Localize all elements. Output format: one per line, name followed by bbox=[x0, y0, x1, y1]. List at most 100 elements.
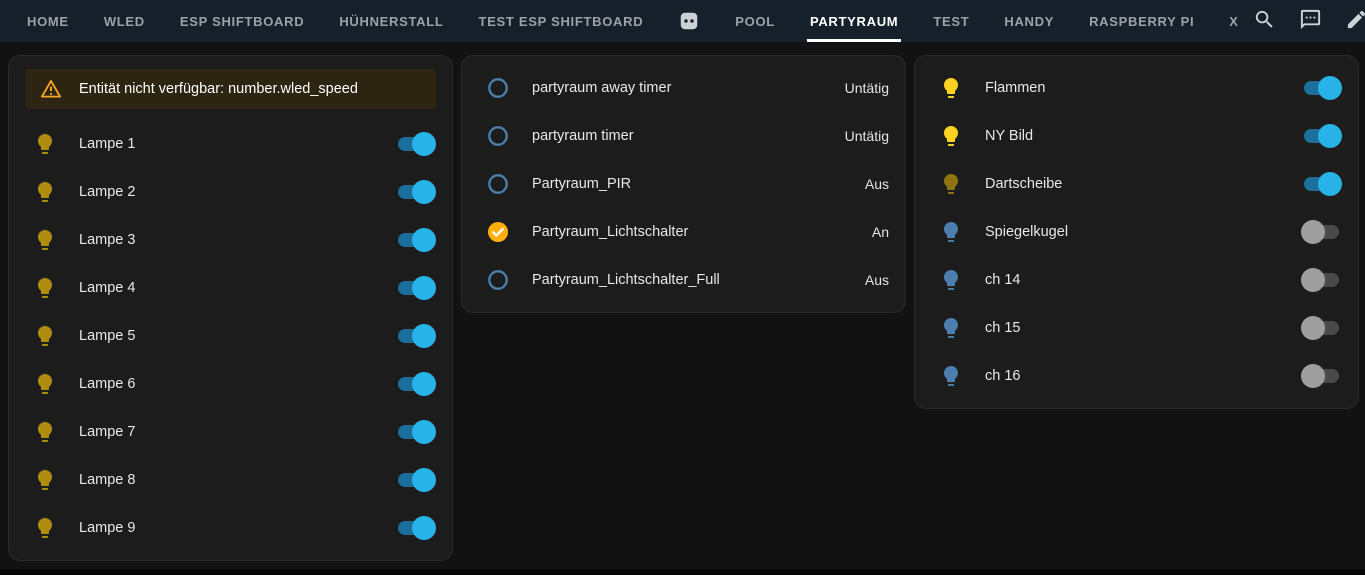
toggle-knob[interactable] bbox=[412, 228, 436, 252]
entity-toggle[interactable] bbox=[398, 372, 436, 396]
toggle-knob[interactable] bbox=[1301, 220, 1325, 244]
toggle-knob[interactable] bbox=[1301, 268, 1325, 292]
card-timers-switches: partyraum away timer Untätig partyraum tim… bbox=[461, 55, 906, 313]
card-party-lights: Flammen NY Bild Dartscheibe Spiegelkugel ch … bbox=[914, 55, 1359, 409]
entity-name: Dartscheibe bbox=[985, 176, 1063, 192]
entity-row[interactable]: ch 14 bbox=[915, 256, 1358, 304]
tab-h-hnerstall[interactable]: HÜHNERSTALL bbox=[336, 0, 446, 42]
entity-row[interactable]: Partyraum_Lichtschalter_Full Aus bbox=[462, 256, 905, 304]
tab-home[interactable]: HOME bbox=[24, 0, 72, 42]
entity-toggle[interactable] bbox=[1304, 76, 1342, 100]
entity-row[interactable]: Lampe 7 bbox=[9, 408, 452, 456]
circle-outline-icon bbox=[478, 76, 518, 100]
entity-row[interactable]: partyraum timer Untätig bbox=[462, 112, 905, 160]
entity-toggle[interactable] bbox=[398, 516, 436, 540]
entity-row[interactable]: Lampe 1 bbox=[9, 120, 452, 168]
entity-toggle[interactable] bbox=[398, 132, 436, 156]
top-nav: HOME WLED ESP SHIFTBOARD HÜHNERSTALL TEST ES… bbox=[0, 0, 1365, 42]
toggle-knob[interactable] bbox=[1318, 172, 1342, 196]
tab-x[interactable]: X bbox=[1226, 0, 1241, 42]
entity-state: Aus bbox=[864, 272, 889, 288]
entity-row[interactable]: Lampe 5 bbox=[9, 312, 452, 360]
lightbulb-icon bbox=[25, 228, 65, 252]
circle-outline-icon bbox=[478, 268, 518, 292]
entity-name: Lampe 2 bbox=[79, 184, 136, 200]
tab-esp-shiftboard[interactable]: ESP SHIFTBOARD bbox=[177, 0, 307, 42]
entity-toggle[interactable] bbox=[398, 420, 436, 444]
entity-name: partyraum timer bbox=[532, 128, 634, 144]
toggle-knob[interactable] bbox=[412, 372, 436, 396]
entity-toggle[interactable] bbox=[1301, 220, 1339, 244]
entity-row[interactable]: Lampe 8 bbox=[9, 456, 452, 504]
entity-toggle[interactable] bbox=[1301, 364, 1339, 388]
entity-row[interactable]: Lampe 6 bbox=[9, 360, 452, 408]
entity-state: Untätig bbox=[844, 128, 889, 144]
entity-name: Partyraum_Lichtschalter bbox=[532, 224, 689, 240]
tab-label: TEST bbox=[933, 13, 970, 29]
lightbulb-icon bbox=[25, 276, 65, 300]
entity-toggle[interactable] bbox=[398, 324, 436, 348]
tab-test[interactable]: TEST bbox=[930, 0, 972, 42]
entity-row[interactable]: Lampe 3 bbox=[9, 216, 452, 264]
toggle-knob[interactable] bbox=[412, 132, 436, 156]
unavailable-warning: Entität nicht verfügbar: number.wled_spe… bbox=[25, 69, 436, 109]
toggle-knob[interactable] bbox=[1301, 364, 1325, 388]
entity-toggle[interactable] bbox=[1301, 316, 1339, 340]
entity-toggle[interactable] bbox=[1304, 172, 1342, 196]
entity-name: Lampe 4 bbox=[79, 280, 136, 296]
toggle-knob[interactable] bbox=[412, 420, 436, 444]
entity-toggle[interactable] bbox=[1301, 268, 1339, 292]
entity-name: Flammen bbox=[985, 80, 1046, 96]
toggle-knob[interactable] bbox=[1301, 316, 1325, 340]
tab-handy[interactable]: HANDY bbox=[1001, 0, 1057, 42]
tab-power-socket[interactable] bbox=[675, 0, 703, 42]
comment-icon bbox=[1299, 8, 1322, 34]
entity-row[interactable]: partyraum away timer Untätig bbox=[462, 64, 905, 112]
entity-name: Lampe 9 bbox=[79, 520, 136, 536]
edit-button[interactable] bbox=[1334, 0, 1365, 42]
entity-row[interactable]: Lampe 9 bbox=[9, 504, 452, 552]
entity-row[interactable]: Spiegelkugel bbox=[915, 208, 1358, 256]
tab-pool[interactable]: POOL bbox=[732, 0, 778, 42]
window-bottom-edge bbox=[0, 569, 1365, 575]
tab-label: HANDY bbox=[1004, 13, 1055, 29]
toggle-knob[interactable] bbox=[412, 276, 436, 300]
entity-toggle[interactable] bbox=[398, 468, 436, 492]
entity-row[interactable]: Partyraum_Lichtschalter An bbox=[462, 208, 905, 256]
entity-toggle[interactable] bbox=[1304, 124, 1342, 148]
toggle-knob[interactable] bbox=[412, 468, 436, 492]
dashboard: Entität nicht verfügbar: number.wled_spe… bbox=[0, 42, 1365, 561]
toggle-knob[interactable] bbox=[1318, 124, 1342, 148]
toggle-knob[interactable] bbox=[412, 516, 436, 540]
tab-label: HÜHNERSTALL bbox=[339, 13, 444, 29]
entity-row[interactable]: NY Bild bbox=[915, 112, 1358, 160]
entity-row[interactable]: Dartscheibe bbox=[915, 160, 1358, 208]
lightbulb-icon bbox=[931, 172, 971, 196]
entity-row[interactable]: ch 15 bbox=[915, 304, 1358, 352]
entity-name: NY Bild bbox=[985, 128, 1034, 144]
entity-toggle[interactable] bbox=[398, 180, 436, 204]
lightbulb-icon bbox=[25, 180, 65, 204]
toggle-knob[interactable] bbox=[1318, 76, 1342, 100]
entity-toggle[interactable] bbox=[398, 228, 436, 252]
warning-text: Entität nicht verfügbar: number.wled_spe… bbox=[79, 81, 358, 97]
toggle-knob[interactable] bbox=[412, 324, 436, 348]
card-wled-lamps: Entität nicht verfügbar: number.wled_spe… bbox=[8, 55, 453, 561]
entity-row[interactable]: Partyraum_PIR Aus bbox=[462, 160, 905, 208]
entity-name: ch 15 bbox=[985, 320, 1021, 336]
entity-row[interactable]: Flammen bbox=[915, 64, 1358, 112]
entity-row[interactable]: Lampe 4 bbox=[9, 264, 452, 312]
tab-wled[interactable]: WLED bbox=[101, 0, 148, 42]
search-button[interactable] bbox=[1242, 0, 1288, 42]
tab-label: TEST ESP SHIFTBOARD bbox=[478, 13, 644, 29]
entity-row[interactable]: Lampe 2 bbox=[9, 168, 452, 216]
entity-row[interactable]: ch 16 bbox=[915, 352, 1358, 400]
lightbulb-icon bbox=[931, 364, 971, 388]
entity-toggle[interactable] bbox=[398, 276, 436, 300]
entity-name: Lampe 3 bbox=[79, 232, 136, 248]
tab-test-esp-shiftboard[interactable]: TEST ESP SHIFTBOARD bbox=[476, 0, 647, 42]
tab-partyraum[interactable]: PARTYRAUM bbox=[806, 0, 902, 42]
comment-button[interactable] bbox=[1288, 0, 1334, 42]
toggle-knob[interactable] bbox=[412, 180, 436, 204]
tab-raspberry-pi[interactable]: RASPBERRY PI bbox=[1086, 0, 1197, 42]
